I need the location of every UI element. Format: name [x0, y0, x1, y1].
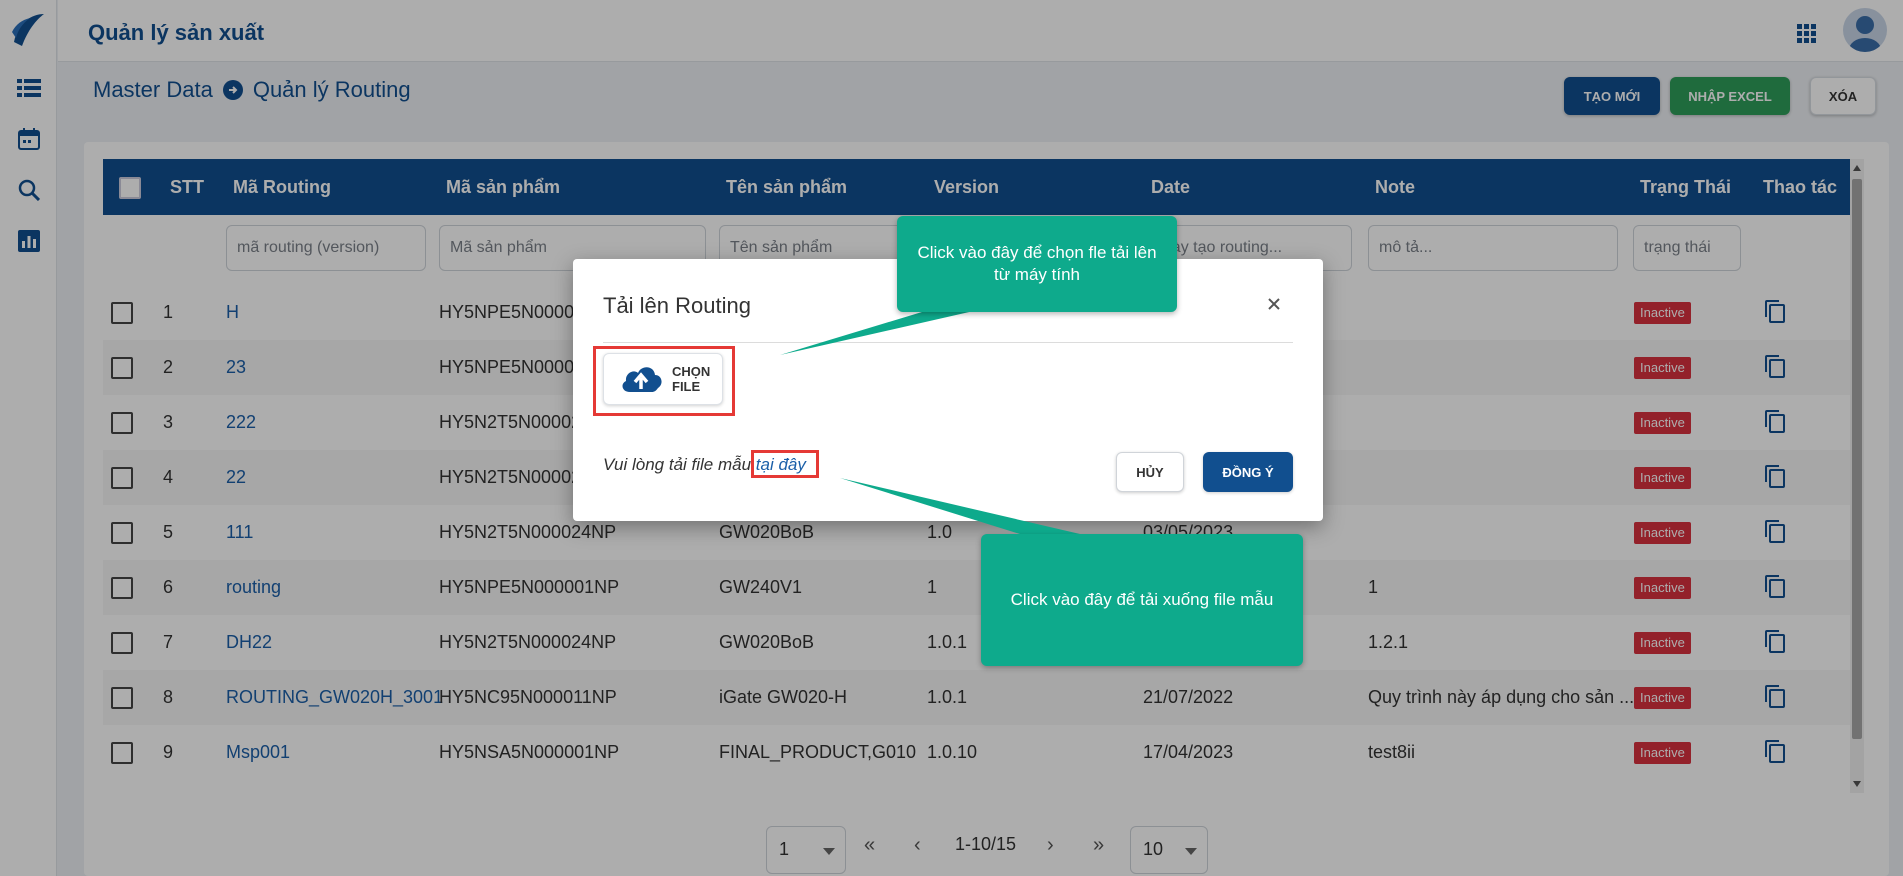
- highlight-frame: [751, 450, 819, 478]
- dialog-divider: [603, 342, 1293, 343]
- dialog-title: Tải lên Routing: [603, 293, 751, 318]
- close-icon[interactable]: [1261, 291, 1287, 317]
- choose-file-button[interactable]: CHỌN FILE: [603, 353, 723, 405]
- choose-file-label: CHỌN FILE: [672, 364, 711, 394]
- cancel-button[interactable]: HỦY: [1116, 452, 1184, 492]
- cloud-upload-icon: [618, 362, 664, 397]
- template-hint-text: Vui lòng tải file mẫu: [603, 455, 756, 474]
- confirm-button[interactable]: ĐỒNG Ý: [1203, 452, 1293, 492]
- callout-download-template: Click vào đây để tải xuống file mẫu: [981, 534, 1303, 666]
- callout-choose-file: Click vào đây để chọn fle tải lên từ máy…: [897, 216, 1177, 312]
